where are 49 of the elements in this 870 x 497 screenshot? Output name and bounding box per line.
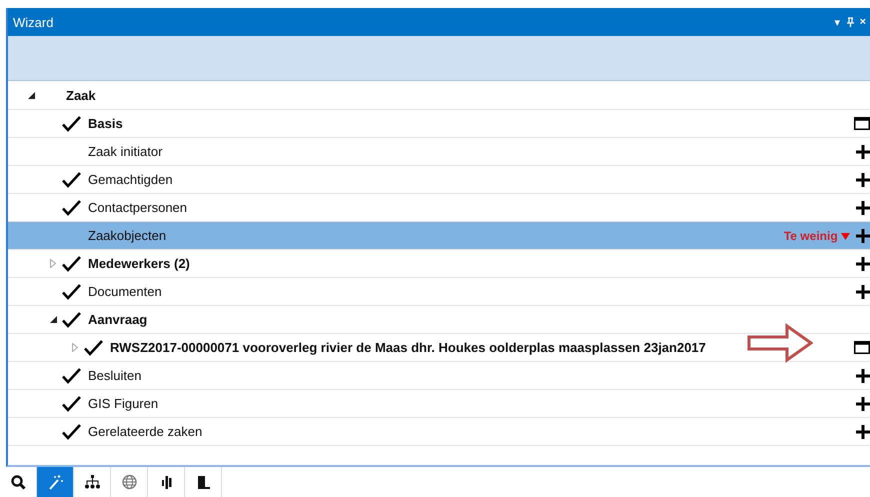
plus-icon[interactable] bbox=[856, 228, 870, 242]
plus-icon[interactable] bbox=[856, 200, 870, 214]
tree-row[interactable]: Gerelateerde zaken bbox=[8, 418, 870, 446]
plus-icon[interactable] bbox=[856, 256, 870, 270]
window-icon[interactable] bbox=[854, 117, 870, 130]
plus-icon[interactable] bbox=[856, 284, 870, 298]
tree-row[interactable]: Zaak bbox=[8, 82, 870, 110]
expanded-icon[interactable] bbox=[28, 92, 34, 99]
search-icon bbox=[10, 474, 26, 490]
close-button[interactable]: × bbox=[860, 16, 866, 28]
tree-row[interactable]: Zaak initiator bbox=[8, 138, 870, 166]
caret-icon bbox=[841, 232, 850, 240]
expanded-icon[interactable] bbox=[50, 316, 56, 323]
window-title: Wizard bbox=[13, 14, 54, 30]
tree-label: GIS Figuren bbox=[88, 396, 158, 411]
plus-icon[interactable] bbox=[856, 368, 870, 382]
tree-row[interactable]: GIS Figuren bbox=[8, 390, 870, 418]
tree-row[interactable]: Gemachtigden bbox=[8, 166, 870, 194]
window-icon[interactable] bbox=[854, 341, 870, 354]
tree-label: Zaakobjecten bbox=[88, 228, 166, 243]
plus-icon[interactable] bbox=[856, 172, 870, 186]
tree-row[interactable]: Medewerkers (2) bbox=[8, 250, 870, 278]
pin-icon[interactable] bbox=[846, 17, 854, 27]
tree-label: Zaak bbox=[66, 88, 96, 103]
globe-icon bbox=[120, 474, 138, 490]
tree-label: Basis bbox=[88, 116, 123, 131]
tree-label: Besluiten bbox=[88, 368, 142, 383]
warning-label: Te weinig bbox=[784, 228, 850, 242]
wand-icon bbox=[46, 474, 64, 490]
tree-row[interactable]: Basis bbox=[8, 110, 870, 138]
tree-label: Gerelateerde zaken bbox=[88, 424, 202, 439]
tree-label: Contactpersonen bbox=[88, 200, 188, 215]
wand-tool-button[interactable] bbox=[37, 467, 74, 497]
plus-icon[interactable] bbox=[856, 144, 870, 158]
tree-row[interactable]: Besluiten bbox=[8, 362, 870, 390]
plus-icon[interactable] bbox=[856, 396, 870, 410]
tree-label: Aanvraag bbox=[88, 312, 148, 327]
tree-label: Medewerkers (2) bbox=[88, 256, 190, 271]
tree-row[interactable]: Documenten bbox=[8, 278, 870, 306]
tree-row[interactable]: Zaakobjecten Te weinig bbox=[8, 222, 870, 250]
tree-label: Documenten bbox=[88, 284, 162, 299]
tree-label: Zaak initiator bbox=[88, 144, 162, 159]
tree-label: RWSZ2017-00000071 vooroverleg rivier de Maas dhr. Houkes oolderplas maasplassen 23jan2017 bbox=[110, 340, 706, 355]
annotation-arrow bbox=[747, 323, 813, 363]
hierarchy-icon bbox=[84, 474, 100, 490]
dropdown-button[interactable]: ▾ bbox=[834, 16, 841, 28]
plus-icon[interactable] bbox=[856, 424, 870, 438]
tree-label: Gemachtigden bbox=[88, 172, 173, 187]
tree-row[interactable]: Aanvraag bbox=[8, 306, 870, 334]
